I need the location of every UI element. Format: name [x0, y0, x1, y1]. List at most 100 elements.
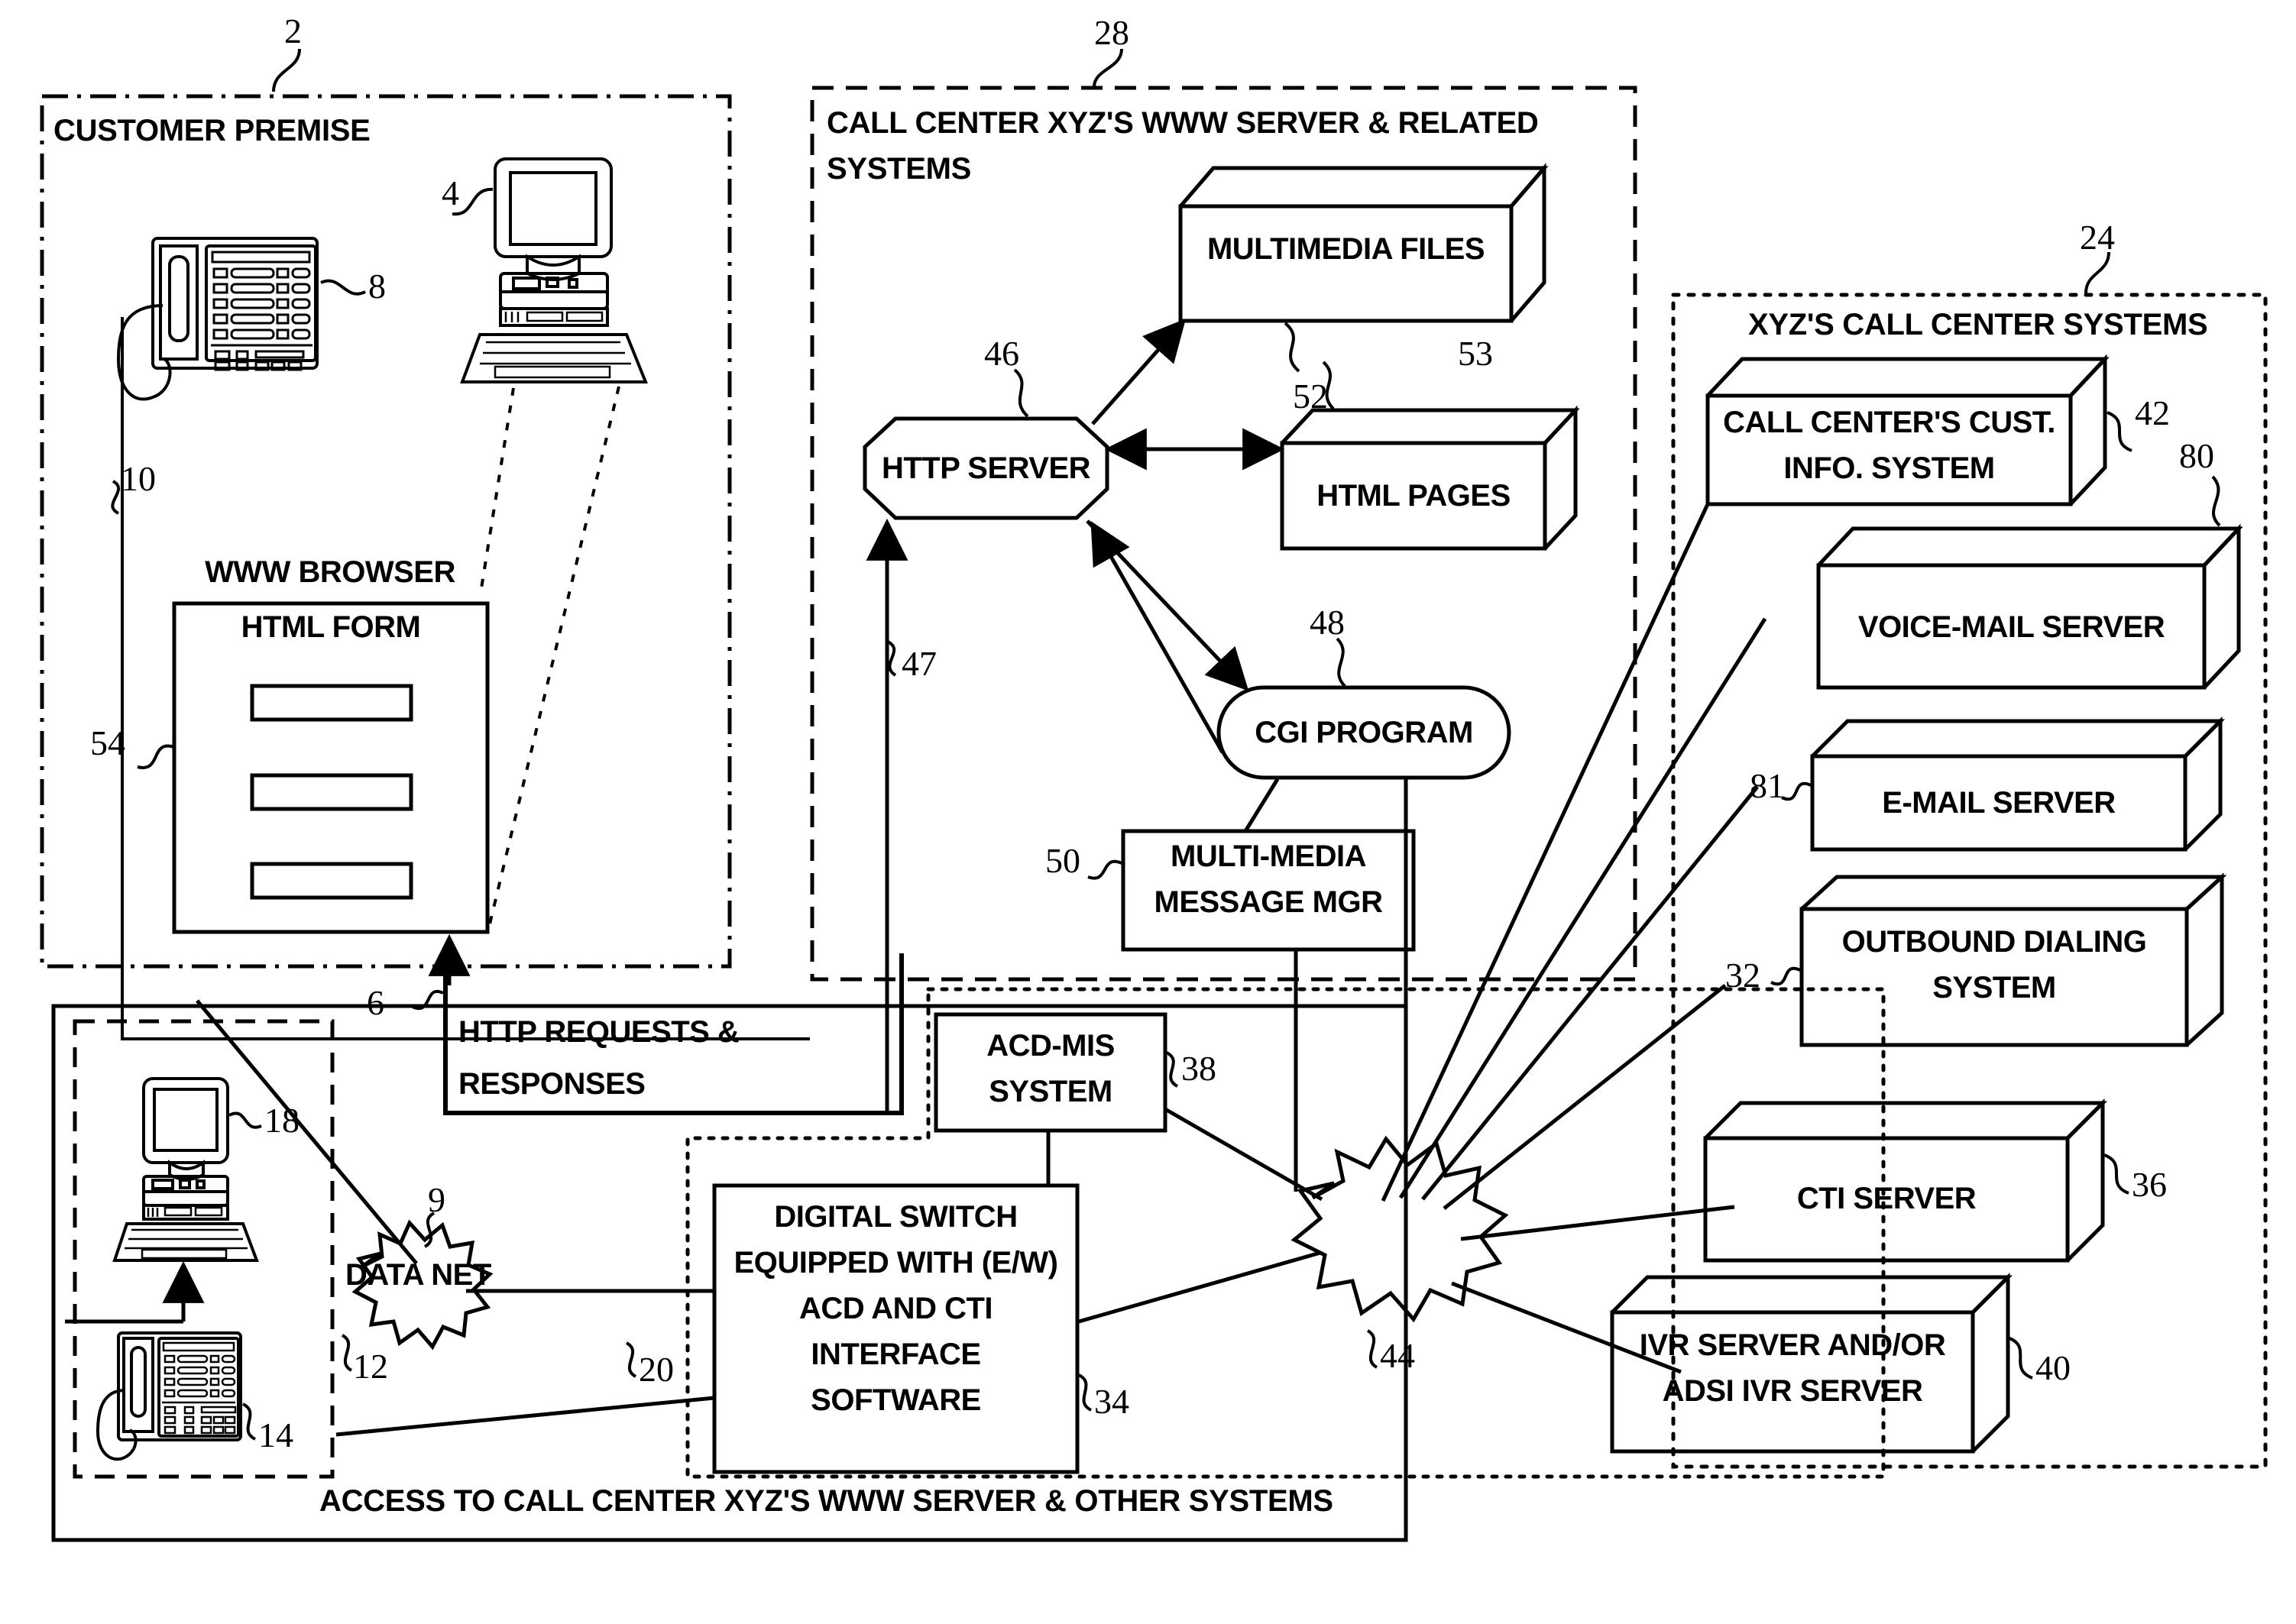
ref-42: 42	[2135, 393, 2170, 432]
pc-to-form-line-b	[486, 386, 620, 934]
ref-50: 50	[1045, 841, 1080, 880]
ref-47: 47	[902, 644, 937, 683]
ref-6: 6	[367, 983, 384, 1022]
digital-switch-label-1: DIGITAL SWITCH	[774, 1200, 1018, 1234]
ref-14: 14	[258, 1415, 293, 1454]
ref-2: 2	[284, 11, 302, 50]
ref-80: 80	[2179, 436, 2214, 475]
link-datanet-voicemail	[1398, 617, 1767, 1199]
ref-46: 46	[984, 334, 1019, 373]
http-requests-label-2: RESPONSES	[458, 1067, 646, 1101]
leader-14	[241, 1402, 257, 1441]
http-requests-label-1: HTTP REQUESTS &	[458, 1015, 740, 1049]
leader-32	[1770, 966, 1801, 986]
link-switch-datanet	[1078, 1250, 1321, 1324]
leader-38	[1165, 1051, 1179, 1088]
outbound-dialing-label-1: OUTBOUND DIALING	[1841, 925, 2147, 959]
leader-12	[341, 1334, 353, 1372]
multimedia-files-label: MULTIMEDIA FILES	[1206, 232, 1485, 266]
link-httpserver-cgi	[1086, 519, 1249, 691]
cgi-program-label: CGI PROGRAM	[1255, 716, 1473, 749]
leader-20	[625, 1341, 637, 1378]
ivr-server-cube	[1610, 1272, 2013, 1454]
patent-figure: CUSTOMER PREMISE CALL CENTER XYZ'S WWW S…	[0, 0, 2296, 1624]
ref-54: 54	[90, 723, 125, 762]
ref-48: 48	[1310, 603, 1345, 642]
acd-mis-label-2: SYSTEM	[989, 1075, 1112, 1108]
link-datanet-outbound	[1443, 984, 1727, 1210]
region-title-call-center-systems: XYZ'S CALL CENTER SYSTEMS	[1748, 308, 2208, 341]
link-acdmis-datanet	[1164, 1107, 1323, 1202]
leader-46	[1013, 368, 1029, 418]
leader-42	[2107, 411, 2132, 452]
ref-28: 28	[1094, 13, 1129, 52]
desktop-computer-icon-customer	[460, 157, 648, 383]
leader-44	[1366, 1329, 1378, 1369]
e-mail-server-cube	[1810, 716, 2226, 852]
desktop-computer-icon-agent	[112, 1077, 259, 1262]
digital-switch-label-5: SOFTWARE	[811, 1383, 981, 1417]
ref-40: 40	[2035, 1348, 2071, 1387]
telephone-icon-customer	[116, 237, 319, 401]
ref-8: 8	[368, 267, 386, 306]
region-title-www-server-systems-line2: SYSTEMS	[827, 152, 972, 186]
pc-to-form-line-a	[480, 387, 515, 589]
ref-44: 44	[1380, 1336, 1415, 1375]
html-pages-label: HTML PAGES	[1316, 479, 1511, 513]
ref-10: 10	[121, 459, 156, 498]
leader-8	[320, 279, 366, 296]
voice-mail-server-cube	[1816, 523, 2243, 690]
digital-switch-label-4: INTERFACE	[811, 1338, 981, 1371]
cust-info-system-label-2: INFO. SYSTEM	[1783, 451, 1995, 485]
multimedia-message-mgr-label-1: MULTI-MEDIA	[1171, 839, 1366, 873]
ref-52: 52	[1293, 377, 1328, 416]
html-form-box	[172, 601, 490, 934]
ref-36: 36	[2132, 1165, 2167, 1204]
leader-18	[228, 1111, 262, 1129]
leader-53	[1284, 322, 1300, 373]
ref-38: 38	[1181, 1049, 1216, 1088]
ref-81: 81	[1750, 766, 1785, 805]
telephone-icon-agent	[96, 1331, 242, 1461]
digital-switch-label-2: EQUIPPED WITH (E/W)	[733, 1246, 1058, 1279]
link-agentphone-switch	[335, 1396, 715, 1437]
region-border-customer-premise	[40, 94, 732, 969]
ref-9: 9	[428, 1180, 445, 1219]
leader-28	[1093, 48, 1123, 88]
leader-80	[2211, 475, 2221, 527]
http-server-label: HTTP SERVER	[881, 451, 1091, 485]
ivr-server-label-2: ADSI IVR SERVER	[1662, 1374, 1923, 1408]
ivr-server-label-1: IVR SERVER AND/OR	[1639, 1328, 1946, 1362]
ref-20: 20	[639, 1350, 674, 1389]
leader-34	[1077, 1373, 1093, 1412]
customer-phone-leader-10	[111, 480, 120, 515]
link-datanet-custinfo	[1381, 503, 1710, 1202]
leader-48	[1336, 637, 1346, 687]
leader-50	[1087, 859, 1122, 880]
html-form-fields	[250, 684, 413, 900]
outbound-dialing-label-2: SYSTEM	[1932, 971, 2056, 1004]
link-cgi-httpserver	[1090, 521, 1225, 754]
link-mgr-cgi	[1243, 778, 1280, 833]
leader-24	[2084, 251, 2110, 294]
html-form-label: HTML FORM	[241, 610, 421, 644]
leader-36	[2103, 1153, 2129, 1195]
ref-12: 12	[353, 1347, 388, 1386]
ref-53: 53	[1458, 334, 1493, 373]
leader-2	[272, 48, 301, 92]
region-title-customer-premise: CUSTOMER PREMISE	[53, 114, 371, 147]
leader-81	[1781, 781, 1812, 801]
ref-34: 34	[1094, 1382, 1129, 1421]
ref-18: 18	[264, 1101, 300, 1140]
leader-54	[137, 744, 175, 769]
acd-mis-label-1: ACD-MIS	[986, 1029, 1115, 1063]
cti-server-label: CTI SERVER	[1796, 1182, 1977, 1215]
ref-24: 24	[2080, 218, 2115, 257]
leader-40	[2009, 1337, 2033, 1380]
voice-mail-server-label: VOICE-MAIL SERVER	[1857, 610, 2165, 644]
region-title-www-server-systems-line1: CALL CENTER XYZ'S WWW SERVER & RELATED	[827, 106, 1539, 140]
digital-switch-label-3: ACD AND CTI	[799, 1292, 993, 1325]
pstn-label: DATA NET	[345, 1258, 491, 1292]
outbound-dialing-cube	[1799, 872, 2227, 1047]
multimedia-message-mgr-label-2: MESSAGE MGR	[1154, 885, 1383, 919]
